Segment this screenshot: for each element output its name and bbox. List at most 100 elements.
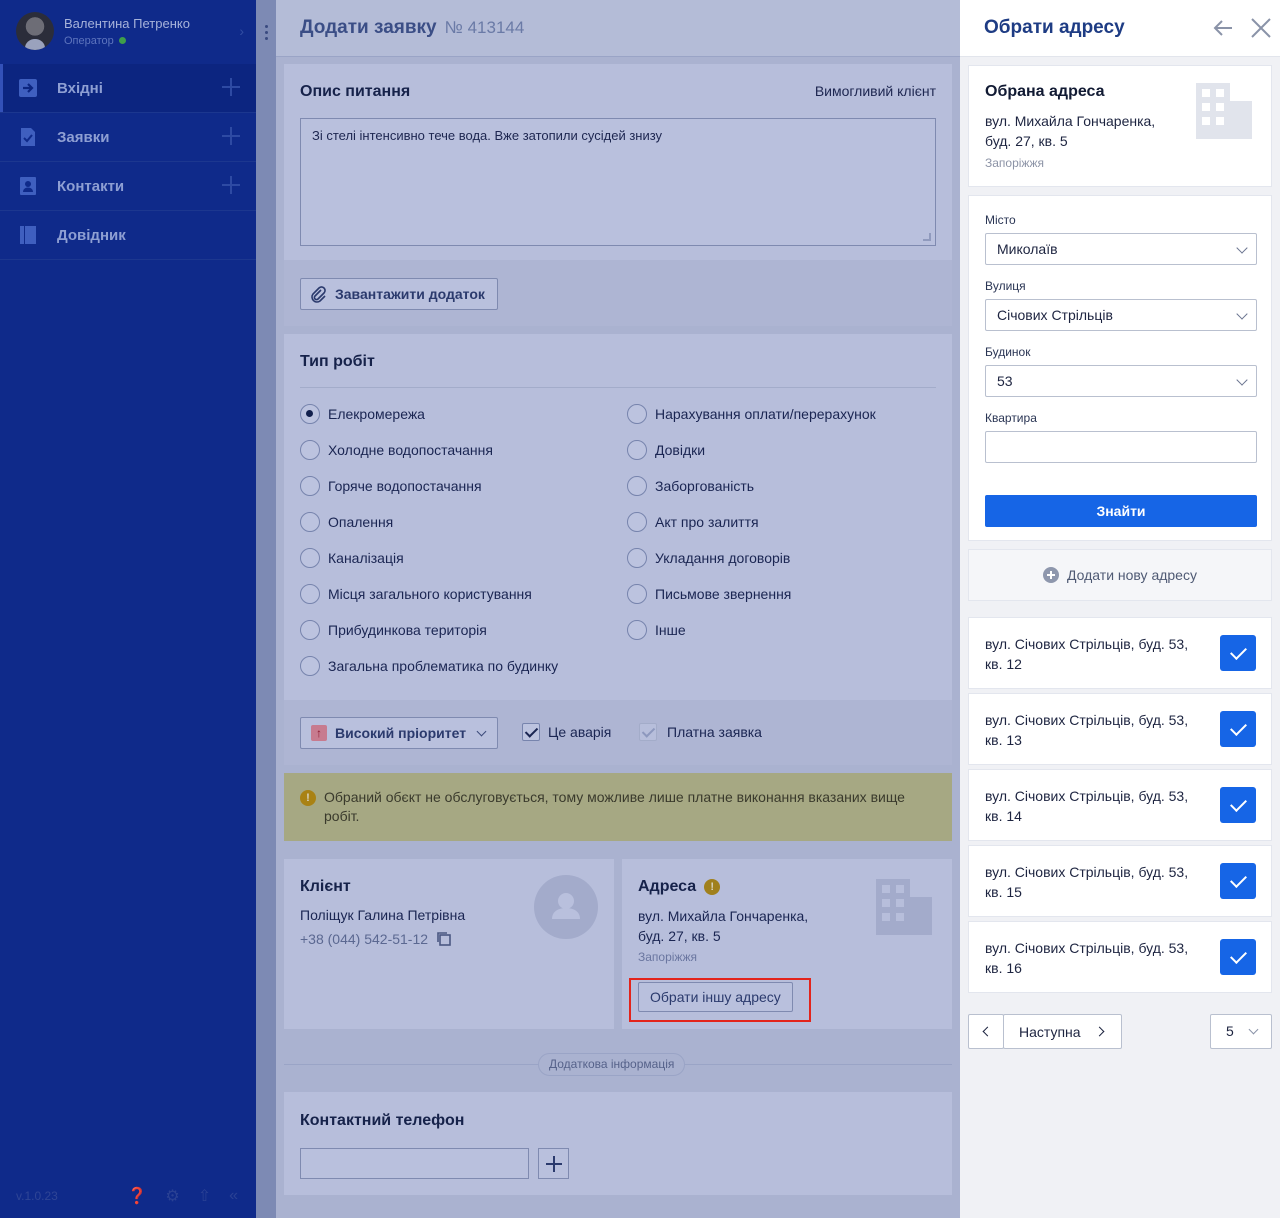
work-type-option[interactable]: Письмове звернення <box>627 584 791 604</box>
resize-handle[interactable] <box>256 0 276 1218</box>
address-result-item[interactable]: вул. Січових Стрільців, буд. 53, кв. 14 <box>968 769 1272 841</box>
collapse-icon[interactable]: « <box>229 1187 238 1205</box>
address-result-line2: кв. 16 <box>985 960 1022 976</box>
apartment-input[interactable] <box>985 431 1257 463</box>
sidebar-item-contacts[interactable]: Контакти <box>0 162 256 211</box>
prev-page-button[interactable] <box>968 1014 1004 1049</box>
radio-button[interactable] <box>627 404 647 424</box>
add-new-address-button[interactable]: Додати нову адресу <box>968 549 1272 601</box>
plus-circle-icon <box>1043 567 1060 583</box>
work-type-option[interactable]: Укладання договорів <box>627 548 790 568</box>
apartment-label: Квартира <box>985 411 1037 425</box>
resize-grip-icon[interactable] <box>923 233 931 241</box>
sidebar-item-label: Заявки <box>57 128 110 146</box>
chevron-down-icon <box>1236 242 1248 254</box>
sidebar-item-reference[interactable]: Довідник <box>0 211 256 260</box>
select-address-button[interactable] <box>1220 711 1256 747</box>
paid-label: Платна заявка <box>667 724 762 740</box>
request-number: № 413144 <box>444 18 525 37</box>
work-type-option[interactable]: Елекромережа <box>300 404 425 424</box>
find-button[interactable]: Знайти <box>985 495 1257 527</box>
work-type-option[interactable]: Місця загального користування <box>300 584 532 604</box>
copy-icon[interactable] <box>436 931 452 947</box>
radio-button[interactable] <box>300 512 320 532</box>
radio-button[interactable] <box>300 584 320 604</box>
radio-button[interactable] <box>627 440 647 460</box>
address-panel: Обрати адресу Обрана адреса вул. Михайла… <box>960 0 1280 1218</box>
street-select[interactable]: Січових Стрільців <box>985 299 1257 331</box>
sidebar-item-requests[interactable]: Заявки <box>0 113 256 162</box>
address-result-item[interactable]: вул. Січових Стрільців, буд. 53, кв. 12 <box>968 617 1272 689</box>
panel-header: Обрати адресу <box>960 0 1280 57</box>
work-type-option[interactable]: Довідки <box>627 440 705 460</box>
contact-phone-input[interactable] <box>300 1148 529 1179</box>
work-type-option[interactable]: Загальна проблематика по будинку <box>300 656 558 676</box>
selected-address-lines: вул. Михайла Гончаренка, буд. 27, кв. 5 <box>985 111 1155 151</box>
work-type-label: Прибудинкова територія <box>328 622 487 638</box>
work-type-option[interactable]: Нарахування оплати/перерахунок <box>627 404 876 424</box>
work-type-option[interactable]: Холодне водопостачання <box>300 440 493 460</box>
user-role: Оператор <box>64 35 190 47</box>
warning-text: Обраний обєкт не обслуговується, тому мо… <box>324 789 905 824</box>
radio-button[interactable] <box>627 476 647 496</box>
back-arrow-icon[interactable] <box>1212 17 1234 39</box>
client-phone: +38 (044) 542-51-12 <box>300 931 429 947</box>
selected-address-card: Обрана адреса вул. Михайла Гончаренка, б… <box>968 65 1272 187</box>
radio-button[interactable] <box>300 548 320 568</box>
radio-button[interactable] <box>300 620 320 640</box>
work-type-option[interactable]: Каналізація <box>300 548 404 568</box>
city-select[interactable]: Миколаїв <box>985 233 1257 265</box>
work-type-option[interactable]: Інше <box>627 620 686 640</box>
address-result-item[interactable]: вул. Січових Стрільців, буд. 53, кв. 16 <box>968 921 1272 993</box>
radio-button[interactable] <box>627 620 647 640</box>
add-contact-icon[interactable] <box>222 176 240 194</box>
main-content: Додати заявку № 413144 Опис питання Вимо… <box>276 0 960 1218</box>
work-type-option[interactable]: Заборгованість <box>627 476 754 496</box>
add-request-icon[interactable] <box>222 127 240 145</box>
upload-button[interactable]: Завантажити додаток <box>300 278 498 310</box>
radio-button[interactable] <box>300 476 320 496</box>
help-icon[interactable]: ❓ <box>127 1186 147 1206</box>
sidebar-item-inbox[interactable]: Вхідні <box>0 64 256 113</box>
selected-line1: вул. Михайла Гончаренка, <box>985 113 1156 129</box>
radio-button[interactable] <box>300 440 320 460</box>
add-inbox-icon[interactable] <box>222 78 240 96</box>
radio-button[interactable] <box>627 548 647 568</box>
work-type-option[interactable]: Опалення <box>300 512 393 532</box>
radio-button[interactable] <box>300 656 320 676</box>
house-select[interactable]: 53 <box>985 365 1257 397</box>
radio-button[interactable] <box>300 404 320 424</box>
address-result-item[interactable]: вул. Січових Стрільців, буд. 53, кв. 13 <box>968 693 1272 765</box>
next-page-button[interactable]: Наступна <box>1003 1014 1122 1049</box>
version-label: v.1.0.23 <box>16 1189 58 1203</box>
work-type-option[interactable]: Прибудинкова територія <box>300 620 487 640</box>
settings-icon[interactable]: ⚙ <box>165 1186 179 1206</box>
work-type-option[interactable]: Акт про залиття <box>627 512 759 532</box>
radio-button[interactable] <box>627 512 647 532</box>
paid-checkbox[interactable] <box>639 723 657 741</box>
description-text: Зі стелі інтенсивно тече вода. Вже затоп… <box>312 128 663 143</box>
address-result-item[interactable]: вул. Січових Стрільців, буд. 53, кв. 15 <box>968 845 1272 917</box>
work-type-option[interactable]: Горяче водопостачання <box>300 476 482 496</box>
add-phone-button[interactable] <box>538 1148 569 1179</box>
select-address-button[interactable] <box>1220 787 1256 823</box>
select-address-button[interactable] <box>1220 939 1256 975</box>
user-profile[interactable]: Валентина Петренко Оператор › <box>0 0 256 62</box>
emergency-checkbox[interactable] <box>522 723 540 741</box>
chevron-right-icon <box>1094 1026 1105 1037</box>
extra-info-toggle[interactable]: Додаткова інформація <box>538 1053 686 1076</box>
select-address-button[interactable] <box>1220 863 1256 899</box>
emergency-checkbox-row[interactable]: Це аварія <box>522 723 611 741</box>
select-address-button[interactable] <box>1220 635 1256 671</box>
user-icon <box>534 875 598 939</box>
priority-select[interactable]: ↑ Високий пріоритет <box>300 717 498 749</box>
close-icon[interactable] <box>1250 17 1272 39</box>
work-type-label: Акт про залиття <box>655 514 759 530</box>
chevron-right-icon[interactable]: › <box>239 23 244 39</box>
paid-checkbox-row[interactable]: Платна заявка <box>639 723 762 741</box>
share-icon[interactable]: ⇧ <box>198 1186 211 1206</box>
selected-city: Запоріжжя <box>985 156 1044 170</box>
page-size-select[interactable]: 5 <box>1210 1014 1272 1049</box>
radio-button[interactable] <box>627 584 647 604</box>
description-textarea[interactable]: Зі стелі інтенсивно тече вода. Вже затоп… <box>300 118 936 246</box>
